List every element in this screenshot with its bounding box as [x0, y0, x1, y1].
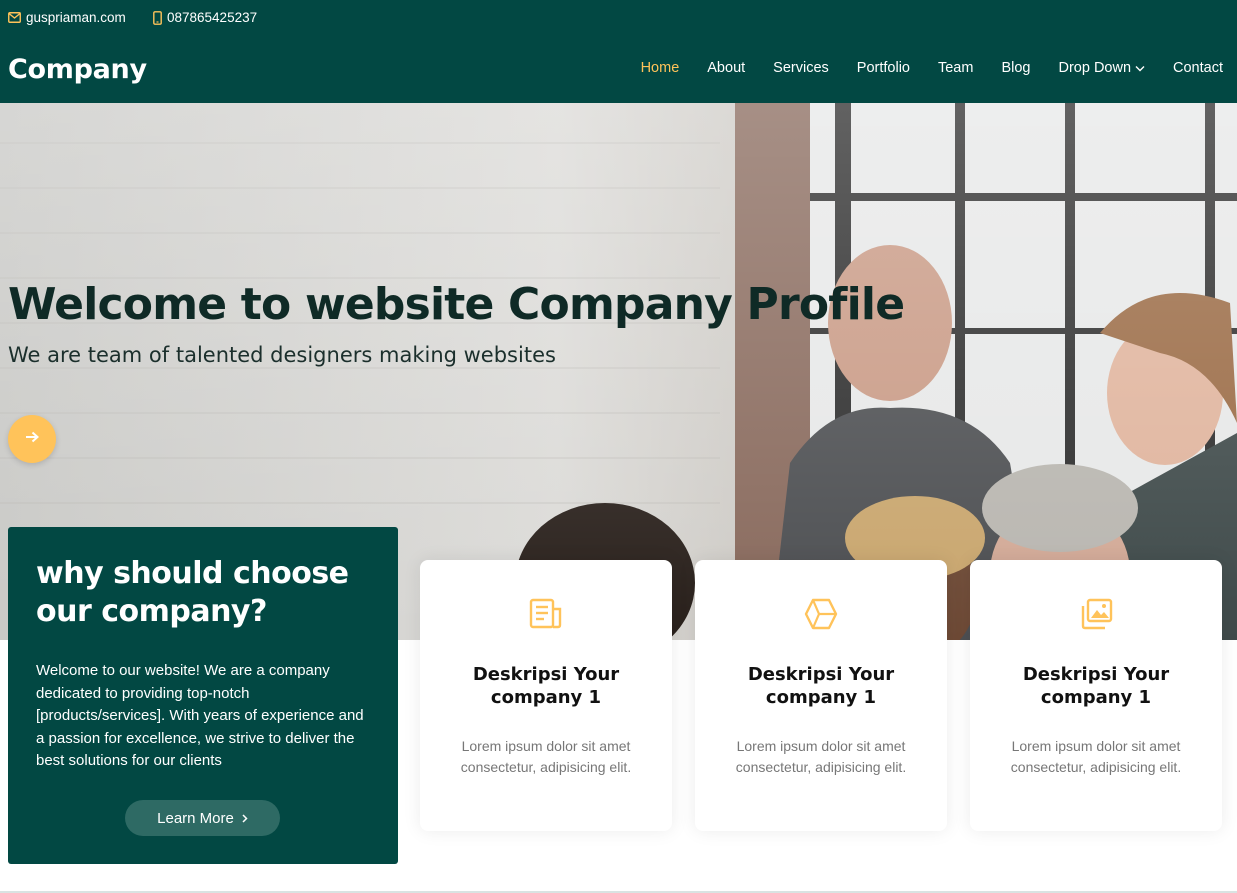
top-info-bar: guspriaman.com 087865425237 [0, 0, 1237, 38]
images-icon [1079, 598, 1113, 635]
email-contact[interactable]: guspriaman.com [8, 10, 126, 25]
why-title: why should choose our company? [36, 556, 349, 629]
hexagon-cube-icon [804, 598, 838, 635]
hero-get-started-button[interactable] [8, 415, 56, 463]
phone-contact[interactable]: 087865425237 [153, 10, 257, 25]
nav-item-dropdown[interactable]: Drop Down [1058, 60, 1145, 76]
phone-text: 087865425237 [167, 10, 258, 25]
feature-card-3: Deskripsi Your company 1 Lorem ipsum dol… [970, 560, 1222, 831]
site-logo[interactable]: Company [8, 54, 147, 85]
feature-card-title: Deskripsi Your company 1 [472, 664, 620, 708]
chevron-down-icon [1135, 60, 1145, 76]
feature-card-text: Lorem ipsum dolor sit amet consectetur, … [735, 738, 907, 775]
hero-title: Welcome to website Company Profile [8, 279, 905, 330]
feature-card-title: Deskripsi Your company 1 [1022, 664, 1170, 708]
nav-item-blog[interactable]: Blog [1001, 60, 1030, 76]
feature-card-title: Deskripsi Your company 1 [747, 664, 895, 708]
nav-item-services[interactable]: Services [773, 60, 829, 76]
envelope-icon [8, 12, 21, 23]
hero-subtitle: We are team of talented designers making… [8, 343, 556, 367]
why-choose-box: why should choose our company? Welcome t… [8, 527, 398, 864]
feature-card-text: Lorem ipsum dolor sit amet consectetur, … [460, 738, 632, 775]
main-nav: Home About Services Portfolio Team Blog … [641, 60, 1223, 76]
why-text: Welcome to our website! We are a company… [36, 662, 364, 769]
phone-icon [153, 10, 162, 25]
feature-card-1: Deskripsi Your company 1 Lorem ipsum dol… [420, 560, 672, 831]
feature-card-2: Deskripsi Your company 1 Lorem ipsum dol… [695, 560, 947, 831]
chevron-right-icon [242, 810, 248, 827]
feature-card-text: Lorem ipsum dolor sit amet consectetur, … [1010, 738, 1182, 775]
nav-item-contact[interactable]: Contact [1173, 60, 1223, 76]
main-header: Company Home About Services Portfolio Te… [0, 38, 1237, 103]
learn-more-label: Learn More [157, 809, 234, 827]
arrow-right-icon [25, 430, 39, 448]
newspaper-icon [529, 598, 563, 635]
nav-item-home[interactable]: Home [641, 60, 680, 76]
nav-item-dropdown-label: Drop Down [1058, 60, 1132, 76]
learn-more-button[interactable]: Learn More [125, 800, 280, 836]
nav-item-team[interactable]: Team [938, 60, 973, 76]
email-text: guspriaman.com [26, 10, 126, 25]
nav-item-portfolio[interactable]: Portfolio [857, 60, 910, 76]
nav-item-about[interactable]: About [707, 60, 745, 76]
